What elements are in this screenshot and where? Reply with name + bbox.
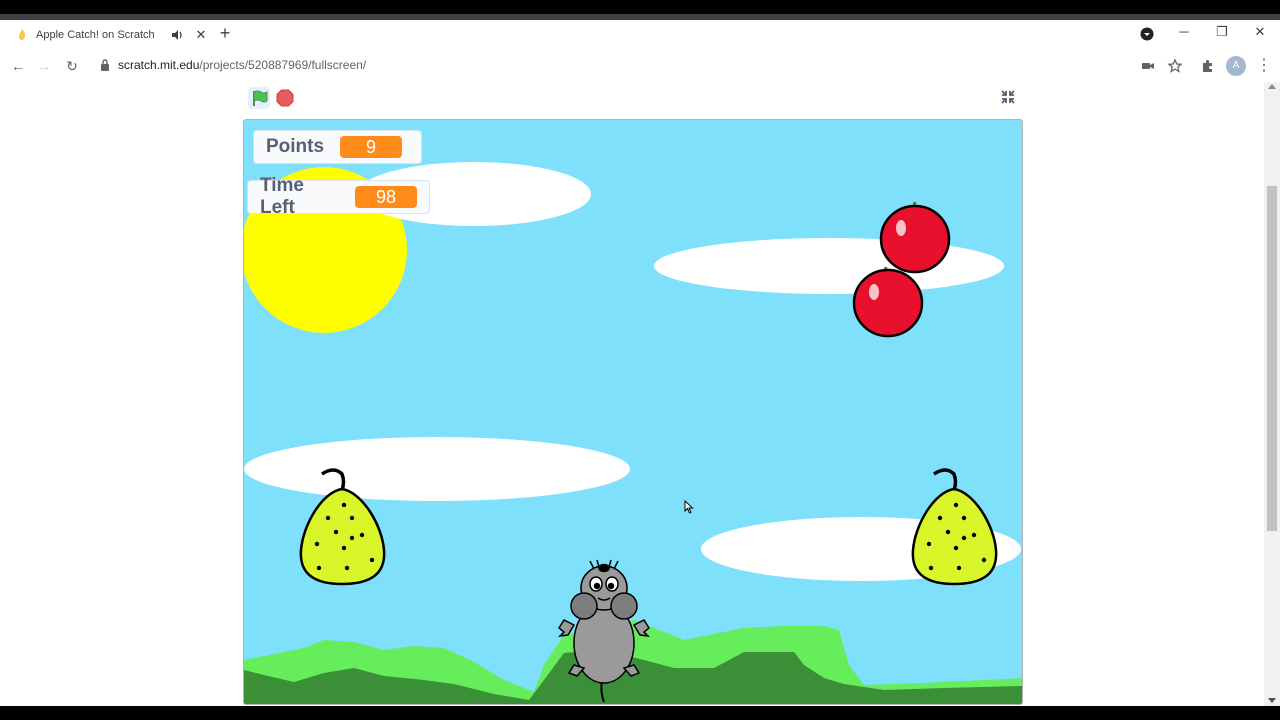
- forward-button[interactable]: →: [34, 56, 54, 76]
- browser-menu-icon[interactable]: ⋮: [1256, 56, 1272, 76]
- tab-search-icon[interactable]: [1140, 27, 1154, 41]
- tab-close-icon[interactable]: ✕: [194, 27, 208, 43]
- new-tab-button[interactable]: +: [217, 24, 233, 42]
- time-left-label: Time Left: [260, 175, 305, 218]
- reload-button[interactable]: ↻: [62, 56, 82, 76]
- url-host: scratch.mit.edu: [118, 58, 200, 72]
- tab-apple-catch[interactable]: Apple Catch! on Scratch ✕: [8, 20, 208, 50]
- tab-bar: Apple Catch! on Scratch ✕ + ─ ❐ ✕: [0, 20, 1280, 50]
- green-flag-icon[interactable]: [248, 87, 270, 109]
- time-left-monitor: Time Left 98: [247, 175, 430, 218]
- scrollbar-thumb[interactable]: [1267, 186, 1277, 531]
- scroll-down-arrow-icon[interactable]: [1268, 698, 1276, 703]
- scratch-fullscreen-page: Points 9 Time Left 98: [0, 82, 1264, 706]
- address-bar[interactable]: scratch.mit.edu/projects/520887969/fulls…: [118, 58, 366, 72]
- scratch-stage[interactable]: Points 9 Time Left 98: [243, 119, 1023, 705]
- pear-sprite: [911, 468, 998, 586]
- exit-fullscreen-icon[interactable]: [999, 88, 1017, 106]
- browser-window: Apple Catch! on Scratch ✕ + ─ ❐ ✕ ← → ↻ …: [0, 14, 1280, 706]
- extensions-puzzle-icon[interactable]: [1200, 58, 1216, 74]
- stage-control-bar: [244, 82, 1024, 116]
- audio-playing-icon[interactable]: [170, 28, 184, 42]
- points-label: Points: [266, 136, 325, 157]
- camera-icon[interactable]: [1140, 58, 1156, 74]
- browser-toolbar: ← → ↻ scratch.mit.edu/projects/520887969…: [0, 50, 1280, 82]
- minimize-button[interactable]: ─: [1172, 22, 1196, 42]
- scratch-favicon-icon: [19, 29, 26, 41]
- stop-sign-icon[interactable]: [276, 89, 294, 107]
- points-value: 9: [340, 136, 403, 158]
- back-button[interactable]: ←: [8, 56, 28, 76]
- tab-title: Apple Catch! on Scratch: [36, 29, 155, 41]
- time-left-value: 98: [355, 186, 417, 208]
- page-scrollbar[interactable]: [1264, 82, 1280, 706]
- points-monitor: Points 9: [253, 130, 422, 164]
- profile-avatar[interactable]: A: [1226, 56, 1246, 76]
- scroll-up-arrow-icon[interactable]: [1268, 84, 1276, 89]
- cloud: [654, 238, 1004, 294]
- lock-icon[interactable]: [100, 59, 110, 71]
- url-path: /projects/520887969/fullscreen/: [199, 58, 367, 72]
- close-window-button[interactable]: ✕: [1248, 22, 1272, 42]
- apple-sprite: [879, 201, 951, 274]
- mouse-cursor-icon: [684, 500, 694, 514]
- cloud: [244, 437, 630, 501]
- restore-button[interactable]: ❐: [1210, 22, 1234, 42]
- bookmark-star-icon[interactable]: [1167, 58, 1183, 74]
